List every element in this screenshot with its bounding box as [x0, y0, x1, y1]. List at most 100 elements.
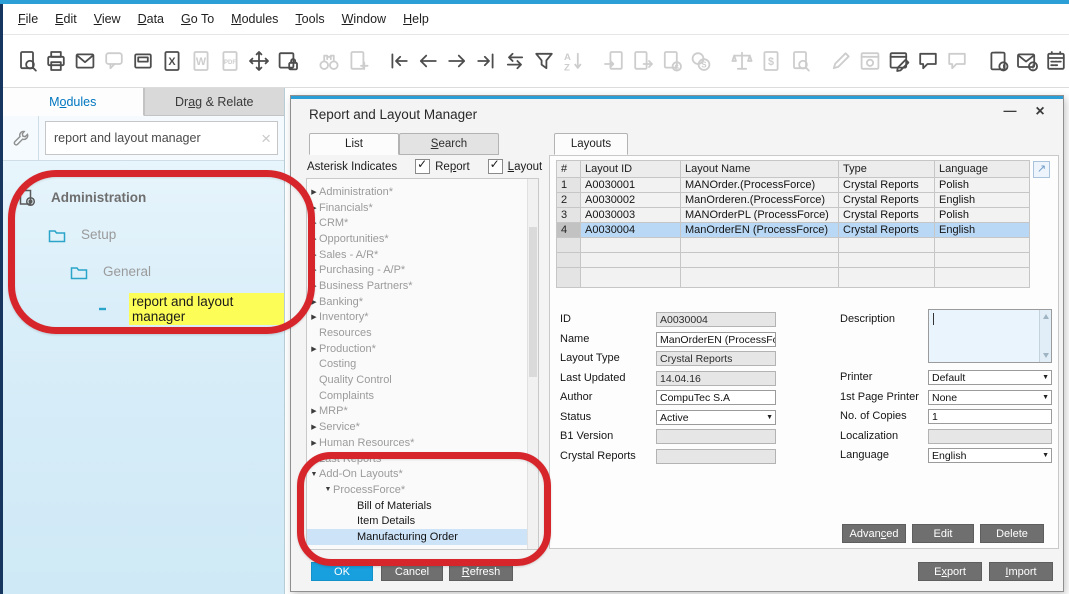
table-row[interactable]: 1A0030001MANOrder.(ProcessForce)Crystal …: [557, 178, 1030, 193]
import-button[interactable]: Import: [989, 562, 1053, 581]
menu-item-window[interactable]: Window: [342, 12, 386, 26]
category-crm-[interactable]: ▶CRM*: [307, 215, 530, 231]
chevron-right-icon[interactable]: ▶: [309, 266, 319, 274]
chevron-right-icon[interactable]: ▶: [309, 235, 319, 243]
refresh-button[interactable]: Refresh: [449, 562, 513, 581]
table-cell[interactable]: 3: [557, 208, 581, 223]
advanced-button[interactable]: Advanced: [842, 524, 906, 543]
table-cell[interactable]: Crystal Reports: [839, 178, 935, 193]
field-name[interactable]: ManOrderEN (ProcessFo: [656, 332, 776, 347]
form-settings-active-icon[interactable]: [887, 49, 911, 73]
column-header-layout-id[interactable]: Layout ID: [581, 161, 681, 178]
checkbox-report[interactable]: [415, 159, 430, 174]
sidebar-tab-modules[interactable]: Modules: [3, 88, 144, 116]
table-cell[interactable]: [557, 268, 581, 288]
chevron-right-icon[interactable]: ▶: [309, 204, 319, 212]
table-cell[interactable]: Crystal Reports: [839, 223, 935, 238]
table-cell[interactable]: Crystal Reports: [839, 208, 935, 223]
chevron-right-icon[interactable]: ▶: [309, 313, 319, 321]
sidebar-tree-item[interactable]: General: [3, 253, 284, 290]
maximize-grid-icon[interactable]: ↗: [1033, 161, 1050, 178]
ok-button[interactable]: OK: [311, 562, 373, 581]
field-no-of-copies[interactable]: 1: [928, 409, 1052, 424]
category-mrp-[interactable]: ▶MRP*: [307, 404, 530, 420]
table-cell[interactable]: ManOrderEN (ProcessForce): [681, 223, 839, 238]
category-opportunities-[interactable]: ▶Opportunities*: [307, 231, 530, 247]
calendar-icon[interactable]: [1044, 49, 1068, 73]
scroll-down-icon[interactable]: [1043, 353, 1049, 358]
field-1st-page-printer[interactable]: None▼: [928, 390, 1052, 405]
description-textarea[interactable]: [928, 309, 1052, 363]
table-row-empty[interactable]: [557, 238, 1030, 253]
chevron-right-icon[interactable]: ▶: [309, 219, 319, 227]
table-row[interactable]: 2A0030002ManOrderen.(ProcessForce)Crysta…: [557, 193, 1030, 208]
category-business-partners-[interactable]: ▶Business Partners*: [307, 278, 530, 294]
category-human-resources-[interactable]: ▶Human Resources*: [307, 435, 530, 451]
sidebar-tree-item[interactable]: Setup: [3, 216, 284, 253]
first-record-icon[interactable]: [387, 49, 411, 73]
table-cell[interactable]: [681, 253, 839, 268]
print-layout-designer-icon[interactable]: [131, 49, 155, 73]
chevron-right-icon[interactable]: ▶: [309, 439, 319, 447]
category-administration-[interactable]: ▶Administration*: [307, 184, 530, 200]
category-financials-[interactable]: ▶Financials*: [307, 200, 530, 216]
chevron-right-icon[interactable]: ▶: [309, 407, 319, 415]
column-header-num[interactable]: #: [557, 161, 581, 178]
layouts-table[interactable]: #Layout IDLayout NameTypeLanguage1A00300…: [556, 160, 1030, 288]
menu-item-go-to[interactable]: Go To: [181, 12, 214, 26]
category-sales-a-r-[interactable]: ▶Sales - A/R*: [307, 247, 530, 263]
table-row-empty[interactable]: [557, 268, 1030, 288]
column-header-layout-name[interactable]: Layout Name: [681, 161, 839, 178]
table-cell[interactable]: MANOrderPL (ProcessForce): [681, 208, 839, 223]
field-status[interactable]: Active▼: [656, 410, 776, 425]
sidebar-tree-item[interactable]: report and layout manager: [3, 290, 284, 327]
chevron-right-icon[interactable]: ▶: [309, 251, 319, 259]
category-bill-of-materials[interactable]: Bill of Materials: [307, 498, 539, 514]
category-complaints[interactable]: Complaints: [307, 388, 530, 404]
category-add-on-layouts-[interactable]: ▼Add-On Layouts*: [307, 466, 530, 482]
email-icon[interactable]: [73, 49, 97, 73]
dropdown-arrow-icon[interactable]: ▼: [1042, 374, 1049, 381]
menu-item-file[interactable]: File: [18, 12, 38, 26]
table-row[interactable]: 3A0030003MANOrderPL (ProcessForce)Crysta…: [557, 208, 1030, 223]
table-cell[interactable]: [839, 253, 935, 268]
move-icon[interactable]: [247, 49, 271, 73]
dropdown-arrow-icon[interactable]: ▼: [1042, 452, 1049, 459]
field-printer[interactable]: Default▼: [928, 370, 1052, 385]
menu-item-help[interactable]: Help: [403, 12, 429, 26]
column-header-type[interactable]: Type: [839, 161, 935, 178]
category-costing[interactable]: Costing: [307, 357, 530, 373]
table-cell[interactable]: [557, 253, 581, 268]
close-icon[interactable]: ×: [1031, 105, 1049, 123]
table-cell[interactable]: 1: [557, 178, 581, 193]
checkbox-layout[interactable]: [488, 159, 503, 174]
category-processforce-[interactable]: ▼ProcessForce*: [307, 482, 539, 498]
category-resources[interactable]: Resources: [307, 325, 530, 341]
tree-scrollbar-thumb[interactable]: [529, 227, 537, 377]
scroll-up-icon[interactable]: [1043, 314, 1049, 319]
search-input[interactable]: [52, 130, 257, 146]
messages-icon[interactable]: [916, 49, 940, 73]
sidebar-tab-drag-relate[interactable]: Drag & Relate: [144, 88, 285, 116]
menu-item-data[interactable]: Data: [138, 12, 164, 26]
chevron-right-icon[interactable]: ▶: [309, 345, 319, 353]
chevron-right-icon[interactable]: ▶: [309, 423, 319, 431]
tab-search[interactable]: Search: [399, 133, 499, 155]
category-manufacturing-order[interactable]: Manufacturing Order: [307, 529, 539, 545]
next-record-icon[interactable]: [445, 49, 469, 73]
refresh-icon[interactable]: [503, 49, 527, 73]
table-cell[interactable]: [557, 238, 581, 253]
customize-wrench-icon[interactable]: [3, 116, 39, 160]
chevron-right-icon[interactable]: ▶: [309, 298, 319, 306]
table-cell[interactable]: English: [935, 223, 1030, 238]
table-cell[interactable]: A0030002: [581, 193, 681, 208]
print-preview-icon[interactable]: [15, 49, 39, 73]
table-cell[interactable]: [581, 268, 681, 288]
category-service-[interactable]: ▶Service*: [307, 419, 530, 435]
mail-alert-icon[interactable]: !: [1015, 49, 1039, 73]
table-cell[interactable]: [581, 238, 681, 253]
field-language[interactable]: English▼: [928, 448, 1052, 463]
table-cell[interactable]: [935, 253, 1030, 268]
table-cell[interactable]: 2: [557, 193, 581, 208]
minimize-icon[interactable]: —: [1001, 102, 1019, 120]
